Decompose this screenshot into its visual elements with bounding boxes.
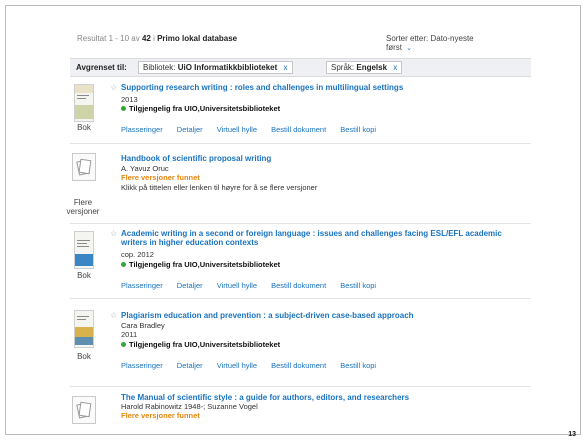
tab-order-copy[interactable]: Bestill kopi	[340, 361, 376, 370]
tab-locations[interactable]: Plasseringer	[121, 361, 163, 370]
record-title[interactable]: Academic writing in a second or foreign …	[121, 229, 526, 247]
record-tabs: Plasseringer Detaljer Virtuell hylle Bes…	[121, 361, 388, 370]
book-cover-thumbnail[interactable]	[74, 231, 94, 269]
book-cover-thumbnail[interactable]	[74, 84, 94, 122]
tab-order-document[interactable]: Bestill dokument	[271, 281, 326, 290]
result-record: The Manual of scientific style : a guide…	[70, 388, 531, 428]
result-record: Bok ☆ Plagiarism education and preventio…	[70, 304, 531, 387]
record-note: Klikk på tittelen eller lenken til høyre…	[121, 183, 318, 192]
record-title[interactable]: The Manual of scientific style : a guide…	[121, 393, 526, 402]
tab-locations[interactable]: Plasseringer	[121, 125, 163, 134]
filter-label: Avgrenset til:	[76, 63, 127, 72]
tab-locations[interactable]: Plasseringer	[121, 281, 163, 290]
record-availability: Tilgjengelig fra UIO,Universitetsbibliot…	[121, 260, 280, 269]
tab-virtual-shelf[interactable]: Virtuell hylle	[217, 361, 257, 370]
record-tabs: Plasseringer Detaljer Virtuell hylle Bes…	[121, 281, 388, 290]
versions-icon[interactable]	[72, 153, 96, 181]
record-year: 2011	[121, 330, 138, 339]
record-type: Bok	[77, 123, 91, 132]
tab-details[interactable]: Detaljer	[177, 361, 203, 370]
result-record: Bok ☆ Supporting research writing : role…	[70, 80, 531, 144]
availability-dot-icon	[121, 262, 126, 267]
record-versions-link[interactable]: Flere versjoner funnet	[121, 411, 200, 420]
sort-label: Sorter etter:	[386, 34, 429, 43]
record-title[interactable]: Supporting research writing : roles and …	[121, 83, 526, 92]
tab-order-document[interactable]: Bestill dokument	[271, 361, 326, 370]
filter-bar: Avgrenset til: Bibliotek: UiO Informatik…	[70, 58, 531, 77]
record-availability: Tilgjengelig fra UIO,Universitetsbibliot…	[121, 340, 280, 349]
filter-chip-library[interactable]: Bibliotek: UiO Informatikkbiblioteket x	[138, 61, 293, 74]
page-number: 13	[568, 431, 576, 438]
tab-order-copy[interactable]: Bestill kopi	[340, 281, 376, 290]
tab-order-document[interactable]: Bestill dokument	[271, 125, 326, 134]
tab-virtual-shelf[interactable]: Virtuell hylle	[217, 125, 257, 134]
remove-filter-language[interactable]: x	[393, 63, 397, 72]
record-tabs: Plasseringer Detaljer Virtuell hylle Bes…	[121, 125, 388, 134]
star-icon[interactable]: ☆	[110, 311, 117, 320]
tab-order-copy[interactable]: Bestill kopi	[340, 125, 376, 134]
record-title[interactable]: Handbook of scientific proposal writing	[121, 154, 526, 163]
record-year: cop. 2012	[121, 250, 154, 259]
remove-filter-library[interactable]: x	[284, 63, 288, 72]
record-year: 2013	[121, 95, 138, 104]
record-type: Bok	[77, 352, 91, 361]
availability-dot-icon	[121, 342, 126, 347]
record-type: Bok	[77, 271, 91, 280]
book-cover-thumbnail[interactable]	[74, 310, 94, 348]
record-versions-link[interactable]: Flere versjoner funnet	[121, 173, 200, 182]
result-count: Resultat 1 - 10 av 42 i Primo lokal data…	[77, 34, 238, 43]
tab-details[interactable]: Detaljer	[177, 281, 203, 290]
sort-value-cont[interactable]: først	[386, 43, 402, 52]
tab-details[interactable]: Detaljer	[177, 125, 203, 134]
chevron-down-icon[interactable]: ⌄	[406, 45, 412, 52]
filter-chip-language[interactable]: Språk: Engelsk x	[326, 61, 403, 74]
record-availability: Tilgjengelig fra UIO,Universitetsbibliot…	[121, 104, 280, 113]
sort-value[interactable]: Dato-nyeste	[430, 34, 473, 43]
star-icon[interactable]: ☆	[110, 83, 117, 92]
result-record: Flere versjoner Handbook of scientific p…	[67, 146, 531, 224]
tab-virtual-shelf[interactable]: Virtuell hylle	[217, 281, 257, 290]
record-author: Harold Rabinowitz 1948-; Suzanne Vogel	[121, 402, 258, 411]
results-header: Resultat 1 - 10 av 42 i Primo lokal data…	[77, 34, 527, 54]
result-record: Bok ☆ Academic writing in a second or fo…	[70, 225, 531, 299]
record-type: Flere versjoner	[66, 198, 100, 216]
result-source: Primo lokal database	[157, 34, 238, 43]
versions-icon[interactable]	[72, 396, 96, 424]
result-total: 42	[141, 34, 151, 43]
availability-dot-icon	[121, 106, 126, 111]
record-title[interactable]: Plagiarism education and prevention : a …	[121, 311, 526, 320]
record-author: Cara Bradley	[121, 321, 165, 330]
record-author: A. Yavuz Oruc	[121, 164, 169, 173]
sort-control[interactable]: Sorter etter: Dato-nyeste først ⌄	[386, 34, 516, 53]
star-icon[interactable]: ☆	[110, 229, 117, 238]
